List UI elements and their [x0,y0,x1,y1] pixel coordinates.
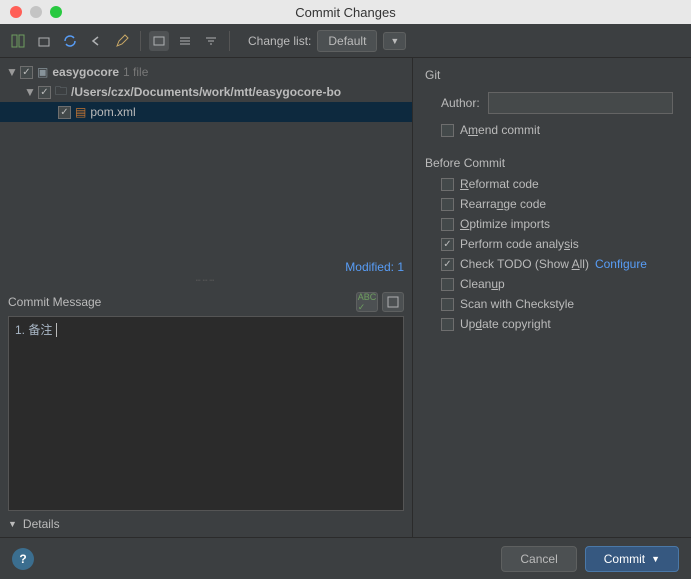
author-input[interactable] [488,92,673,114]
cancel-button[interactable]: Cancel [501,546,576,572]
show-diff-icon[interactable] [8,31,28,51]
expand-arrow-icon[interactable]: ▼ [6,65,16,79]
file-count: 1 file [123,65,148,79]
checkstyle-label: Scan with Checkstyle [460,297,574,311]
window-title: Commit Changes [0,5,691,20]
resize-grip[interactable]: ┅┅┅ [0,276,412,288]
edit-icon[interactable] [112,31,132,51]
checkbox[interactable] [58,106,71,119]
checkbox-reformat[interactable] [441,178,454,191]
commit-message-input[interactable]: 1. 备注 [8,316,404,511]
checkbox[interactable] [20,66,33,79]
cleanup-label: Cleanup [460,277,505,291]
reformat-label: Reformat code [460,177,539,191]
checkbox-rearrange[interactable] [441,198,454,211]
chevron-down-icon: ▼ [651,554,660,564]
toolbar: Change list: Default ▼ [0,24,691,58]
before-commit-label: Before Commit [423,152,681,174]
titlebar: Commit Changes [0,0,691,24]
changelist-dropdown[interactable]: Default [317,30,377,52]
checkbox[interactable] [38,86,51,99]
checkbox-cleanup[interactable] [441,278,454,291]
checkbox-optimize[interactable] [441,218,454,231]
revert-icon[interactable] [86,31,106,51]
tree-path[interactable]: ▼ 🗀 /Users/czx/Documents/work/mtt/easygo… [0,82,412,102]
changelist-chevron[interactable]: ▼ [383,32,406,50]
tree-file[interactable]: ▤ pom.xml [0,102,412,122]
details-toggle[interactable]: ▼ Details [0,511,412,537]
refresh-icon[interactable] [60,31,80,51]
path-text: /Users/czx/Documents/work/mtt/easygocore… [71,85,341,99]
checkbox-analysis[interactable] [441,238,454,251]
chevron-down-icon: ▼ [8,519,17,529]
changes-tree: ▼ ▣ easygocore 1 file ▼ 🗀 /Users/czx/Doc… [0,58,412,258]
copyright-label: Update copyright [460,317,551,331]
checkbox-amend[interactable] [441,124,454,137]
commit-button[interactable]: Commit▼ [585,546,679,572]
amend-label: Amend commit [460,123,540,137]
move-icon[interactable] [34,31,54,51]
modified-count: Modified: 1 [0,258,412,276]
xml-file-icon: ▤ [75,105,86,119]
help-icon[interactable]: ? [12,548,34,570]
expand-arrow-icon[interactable]: ▼ [24,85,34,99]
commit-message-label: Commit Message [8,295,101,309]
history-icon[interactable] [382,292,404,312]
file-name: pom.xml [90,105,135,119]
analysis-label: Perform code analysis [460,237,579,251]
todo-label: Check TODO (Show All) [460,257,589,271]
folder-icon: ▣ [37,65,48,79]
spellcheck-icon[interactable]: ABC✓ [356,292,378,312]
git-section-label: Git [423,64,681,86]
rearrange-label: Rearrange code [460,197,546,211]
expand-all-icon[interactable] [175,31,195,51]
collapse-all-icon[interactable] [201,31,221,51]
tree-root[interactable]: ▼ ▣ easygocore 1 file [0,62,412,82]
folder-icon: 🗀 [55,82,67,103]
checkbox-copyright[interactable] [441,318,454,331]
changelist-label: Change list: [248,34,311,48]
checkbox-todo[interactable] [441,258,454,271]
checkbox-checkstyle[interactable] [441,298,454,311]
optimize-label: Optimize imports [460,217,550,231]
folder-name: easygocore [52,65,119,79]
group-by-directory-icon[interactable] [149,31,169,51]
configure-link[interactable]: Configure [595,257,647,271]
author-label: Author: [441,96,480,110]
